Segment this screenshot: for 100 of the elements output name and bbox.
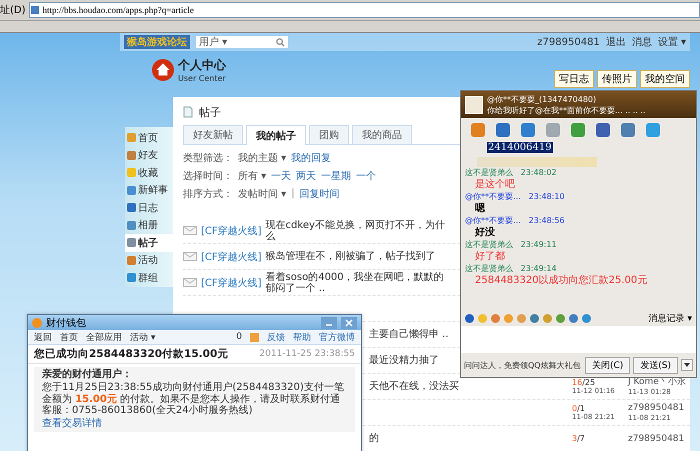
post-title-link[interactable]: 猴岛管理在不，刚被骗了，帖子找到了	[266, 251, 436, 262]
post-title-link[interactable]: 天他不在线，没法买	[369, 381, 459, 392]
coin-count: 0	[236, 332, 242, 342]
envelope-icon	[183, 278, 197, 287]
sidebar-item[interactable]: 收藏	[125, 164, 173, 182]
header-button[interactable]: 传照片	[597, 70, 637, 88]
time-link[interactable]: 一个	[356, 168, 376, 182]
toolbar-icon[interactable]	[596, 123, 610, 137]
sidebar-item[interactable]: 相册	[125, 216, 173, 234]
message-text: 是这个吧	[475, 178, 515, 191]
sort-label: 排序方式：	[183, 188, 233, 200]
toolbar-icon[interactable]	[621, 123, 635, 137]
post-category-link[interactable]: [CF穿越火线]	[201, 250, 262, 264]
time-link[interactable]: 两天	[296, 168, 316, 182]
tab[interactable]: 我的帖子	[246, 125, 306, 145]
contact-status: 你给我听好了@在我**面前你不要耍... .. .. ..	[487, 104, 646, 116]
document-icon	[183, 106, 193, 118]
close-button[interactable]	[341, 316, 357, 328]
minimize-button[interactable]	[321, 316, 337, 328]
time-dropdown[interactable]: 所有 ▾	[238, 168, 266, 182]
greeting-text: 亲爱的财付通用户：	[42, 369, 132, 381]
reply-count: 3/7	[572, 434, 586, 443]
toolbar-icon[interactable]	[571, 123, 585, 137]
top-link[interactable]: 消息	[632, 35, 652, 49]
tab[interactable]: 团购	[309, 125, 349, 144]
sidebar-item[interactable]: 帖子	[125, 234, 173, 252]
payment-date: 2011-11-25 23:38:55	[259, 349, 355, 359]
message-input[interactable]	[461, 326, 696, 353]
header-link[interactable]: 反馈	[267, 330, 285, 344]
message-text: 好没	[475, 226, 495, 239]
time-link[interactable]: 一星期	[321, 168, 352, 182]
time-link[interactable]: 一天	[271, 168, 292, 182]
post-title-link[interactable]: 主要自己懒得申 ..	[369, 329, 449, 340]
caret-icon	[684, 363, 690, 367]
type-dropdown[interactable]: 我的主题 ▾	[238, 150, 286, 164]
selected-text: 2414006419	[487, 142, 553, 153]
toolbar-icon[interactable]	[471, 123, 485, 137]
tab[interactable]: 我的商品	[352, 125, 412, 144]
message-text: 2584483320以成功向您汇款25.00元	[475, 274, 648, 287]
toolbar-icon[interactable]	[521, 123, 535, 137]
address-label: 址(D)	[0, 4, 26, 17]
post-title-link[interactable]: 最近没精力抽了	[369, 355, 439, 366]
header-button[interactable]: 我的空间	[640, 70, 690, 88]
top-link[interactable]: 退出	[606, 35, 626, 49]
send-options-button[interactable]	[681, 359, 693, 371]
post-title-link[interactable]: 现在cdkey不能兑换，网页打不开，为什么	[266, 220, 454, 242]
sort-link[interactable]: 回复时间	[300, 186, 340, 200]
home-icon	[152, 58, 174, 80]
username-link[interactable]: z798950481	[537, 36, 600, 48]
window-title: 财付钱包	[46, 316, 86, 330]
sidebar-item[interactable]: 群组	[125, 269, 173, 286]
last-reply-user[interactable]: z798950481	[628, 434, 690, 444]
post-category-link[interactable]: [CF穿越火线]	[201, 224, 262, 238]
sort-dropdown[interactable]: 发帖时间 ▾	[238, 186, 286, 200]
payment-message: 您于11月25日23:38:55成功向财付通用户(2584483320)支付一笔金额为 15.00元 的付款。如果不是您本人操作，请及时联系财付通客服：0755-86013860(全天24小时服务热线)	[42, 382, 345, 416]
payment-subject: 您已成功向2584483320付款15.00元	[34, 347, 228, 361]
search-field[interactable]: 用户 ▾	[196, 36, 288, 48]
reply-count: 0/1	[572, 404, 586, 412]
user-center-subtitle: User Center	[178, 74, 226, 82]
toolbar-icon[interactable]	[496, 123, 510, 137]
nav-item[interactable]: 全部应用	[86, 330, 122, 344]
close-icon	[345, 318, 353, 326]
address-field[interactable]: http://bbs.houdao.com/apps.php?q=article	[28, 2, 700, 18]
contact-name: @你**不要耍_(1347470480)	[487, 94, 598, 104]
user-center-title: 个人中心	[178, 56, 226, 74]
reply-count: 16/25	[572, 378, 596, 386]
message-header: 这不是贤弟么 23:49:11	[465, 239, 557, 250]
last-reply-user[interactable]: z798950481	[628, 402, 690, 412]
message-header: @你**不要耍… 23:48:10	[465, 191, 565, 202]
envelope-icon	[183, 252, 197, 261]
post-title-link[interactable]: 的	[369, 433, 379, 444]
toolbar-icon[interactable]	[646, 123, 660, 137]
ad-link[interactable]: 问问达人，免费领QQ炫舞大礼包	[464, 360, 582, 370]
post-title-link[interactable]: 看着soso的4000，我坐在网吧，默默的郁闷了一个 ..	[266, 272, 454, 294]
header-link[interactable]: 官方微博	[319, 330, 355, 344]
message-header: @你**不要耍… 23:48:56	[465, 215, 565, 226]
nav-item[interactable]: 活动 ▾	[130, 330, 156, 344]
wallet-logo-icon	[32, 318, 42, 328]
header-link[interactable]: 帮助	[293, 330, 311, 344]
header-button[interactable]: 写日志	[554, 70, 594, 88]
top-link[interactable]: 设置 ▾	[658, 35, 686, 49]
post-category-link[interactable]: [CF穿越火线]	[201, 276, 262, 290]
close-button[interactable]: 关闭(C)	[584, 356, 630, 374]
filter-link[interactable]: 我的回复	[291, 150, 332, 164]
sidebar-item[interactable]: 好友	[125, 146, 173, 164]
sidebar-item[interactable]: 新鲜事	[125, 182, 173, 199]
message-text: 好了都	[475, 250, 505, 263]
history-button[interactable]: 消息记录 ▾	[648, 312, 692, 324]
send-button[interactable]: 发送(S)	[633, 356, 678, 374]
nav-item[interactable]: 首页	[60, 330, 78, 344]
message-header: 这不是贤弟么 23:48:02	[465, 167, 557, 178]
nav-item[interactable]: 返回	[34, 330, 52, 344]
sidebar-item[interactable]: 活动	[125, 252, 173, 269]
gift-icon[interactable]	[250, 332, 259, 342]
message-text: 嗯	[475, 202, 485, 215]
tab[interactable]: 好友新帖	[183, 125, 243, 144]
sidebar-item[interactable]: 日志	[125, 199, 173, 216]
page-icon	[30, 5, 40, 15]
sidebar-item[interactable]: 首页	[125, 129, 173, 146]
details-link[interactable]: 查看交易详情	[42, 418, 102, 430]
